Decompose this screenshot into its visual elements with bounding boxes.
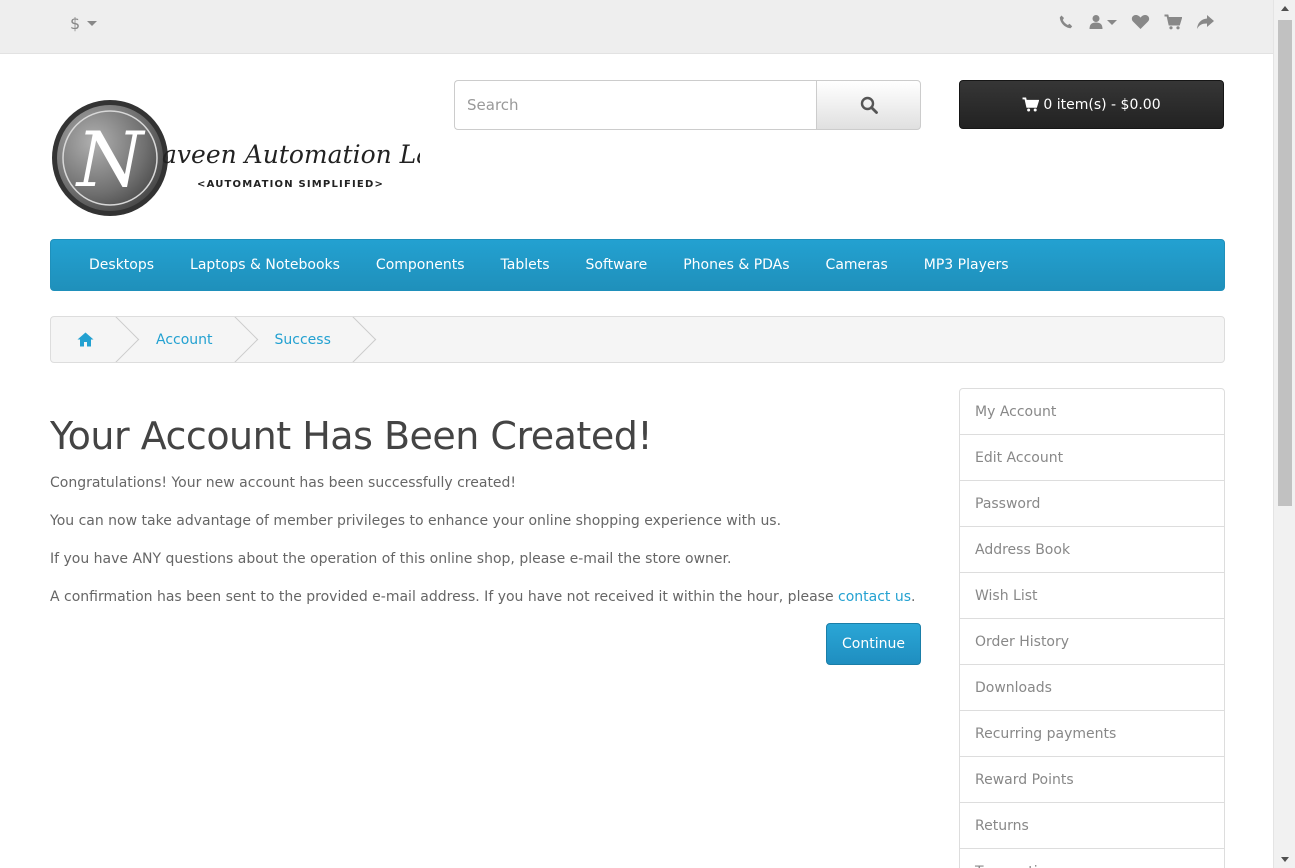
sidebar-item-address-book[interactable]: Address Book <box>960 527 1224 573</box>
continue-button[interactable]: Continue <box>826 623 921 665</box>
account-sidebar: My Account Edit Account Password Address… <box>959 388 1225 868</box>
breadcrumb-home[interactable] <box>51 317 120 362</box>
logo-tagline: <AUTOMATION SIMPLIFIED> <box>197 179 384 190</box>
sidebar-item-order-history[interactable]: Order History <box>960 619 1224 665</box>
cart-icon[interactable] <box>1164 14 1182 30</box>
scroll-thumb[interactable] <box>1278 20 1292 506</box>
menu-item-desktops[interactable]: Desktops <box>71 257 172 273</box>
confirmation-period: . <box>911 588 916 605</box>
menu-item-components[interactable]: Components <box>358 257 483 273</box>
category-menu: Desktops Laptops & Notebooks Components … <box>50 239 1225 291</box>
caret-down-icon <box>87 21 98 26</box>
sidebar-item-edit-account[interactable]: Edit Account <box>960 435 1224 481</box>
confirmation-text: A confirmation has been sent to the prov… <box>50 588 839 605</box>
currency-dropdown[interactable]: $ <box>70 14 98 33</box>
search-bar <box>454 80 921 130</box>
main-content: Your Account Has Been Created! Congratul… <box>50 400 930 626</box>
share-icon[interactable] <box>1196 14 1215 30</box>
sidebar-item-wish-list[interactable]: Wish List <box>960 573 1224 619</box>
search-button[interactable] <box>816 80 921 130</box>
menu-item-software[interactable]: Software <box>568 257 666 273</box>
message-questions: If you have ANY questions about the oper… <box>50 550 732 567</box>
page-title: Your Account Has Been Created! <box>50 414 653 458</box>
cart-icon <box>1022 97 1040 112</box>
breadcrumb: Account Success <box>50 316 1225 363</box>
message-confirmation: A confirmation has been sent to the prov… <box>50 588 930 607</box>
page-scrollbar[interactable] <box>1273 0 1295 868</box>
logo-letter: N <box>75 115 146 204</box>
cart-button[interactable]: 0 item(s) - $0.00 <box>959 80 1224 129</box>
sidebar-item-recurring-payments[interactable]: Recurring payments <box>960 711 1224 757</box>
contact-us-link[interactable]: contact us <box>838 589 911 605</box>
search-input[interactable] <box>454 80 816 130</box>
scroll-up-icon[interactable] <box>1281 6 1289 11</box>
search-icon <box>860 96 878 114</box>
cart-total: 0 item(s) - $0.00 <box>1043 96 1161 113</box>
home-icon <box>77 332 94 347</box>
user-icon <box>1089 15 1103 29</box>
breadcrumb-account[interactable]: Account <box>120 317 239 362</box>
top-links <box>1058 14 1215 30</box>
top-bar: $ <box>0 0 1273 54</box>
menu-item-laptops[interactable]: Laptops & Notebooks <box>172 257 358 273</box>
sidebar-item-downloads[interactable]: Downloads <box>960 665 1224 711</box>
message-privileges: You can now take advantage of member pri… <box>50 512 782 529</box>
sidebar-item-reward-points[interactable]: Reward Points <box>960 757 1224 803</box>
breadcrumb-success[interactable]: Success <box>239 317 357 362</box>
menu-item-tablets[interactable]: Tablets <box>483 257 568 273</box>
scroll-down-icon[interactable] <box>1281 857 1289 862</box>
sidebar-item-transactions[interactable]: Transactions <box>960 849 1224 868</box>
message-congrats: Congratulations! Your new account has be… <box>50 475 517 491</box>
sidebar-item-password[interactable]: Password <box>960 481 1224 527</box>
sidebar-item-my-account[interactable]: My Account <box>960 389 1224 435</box>
heart-icon[interactable] <box>1131 14 1150 30</box>
menu-item-cameras[interactable]: Cameras <box>808 257 906 273</box>
account-dropdown[interactable] <box>1088 14 1117 30</box>
currency-symbol: $ <box>70 14 81 33</box>
menu-item-phones[interactable]: Phones & PDAs <box>665 257 807 273</box>
store-logo[interactable]: N aveen Automation Labs <AUTOMATION SIMP… <box>50 98 460 220</box>
phone-icon[interactable] <box>1058 14 1074 30</box>
caret-down-icon <box>1107 19 1117 25</box>
menu-item-mp3[interactable]: MP3 Players <box>906 257 1027 273</box>
logo-text: aveen Automation Labs <box>162 140 420 169</box>
sidebar-item-returns[interactable]: Returns <box>960 803 1224 849</box>
